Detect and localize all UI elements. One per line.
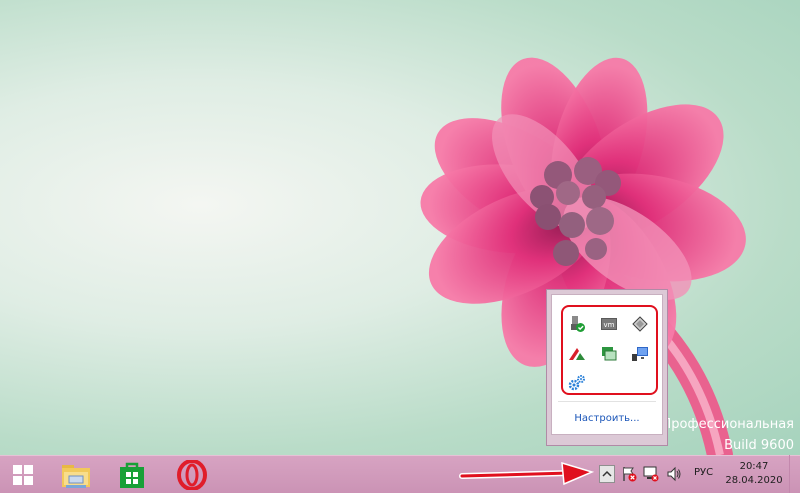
- popup-divider: [558, 401, 656, 402]
- windows-watermark: Профессиональная Build 9600: [661, 414, 794, 455]
- watermark-build: Build 9600: [724, 438, 794, 453]
- flower-wallpaper: [420, 57, 746, 455]
- opera-icon: [177, 460, 207, 490]
- chevron-up-icon: [602, 470, 612, 477]
- stylus-icon[interactable]: [631, 315, 649, 333]
- clock-time: 20:47: [739, 461, 769, 472]
- desktop[interactable]: Профессиональная Build 9600: [0, 0, 800, 455]
- vmware-icon[interactable]: vm: [600, 315, 618, 333]
- file-explorer-button[interactable]: [56, 456, 98, 494]
- svg-text:vm: vm: [604, 321, 615, 329]
- settings-gears-icon[interactable]: [568, 374, 586, 392]
- red-arrow-annotation: [459, 461, 595, 486]
- opera-browser-button[interactable]: [170, 456, 214, 494]
- customize-link[interactable]: Настроить...: [552, 413, 662, 424]
- watermark-edition: Профессиональная: [661, 417, 794, 432]
- clock[interactable]: 20:47 28.04.2020: [725, 460, 783, 488]
- input-language-indicator[interactable]: РУС: [694, 467, 713, 478]
- windows-store-button[interactable]: [110, 456, 152, 494]
- virtual-display-icon[interactable]: [600, 345, 618, 363]
- delta-icon[interactable]: [568, 345, 586, 363]
- usb-safe-remove-icon[interactable]: [568, 315, 586, 333]
- show-desktop-button[interactable]: [789, 455, 800, 493]
- network-icon[interactable]: [643, 466, 659, 482]
- show-hidden-icons-button[interactable]: [599, 465, 615, 483]
- network-monitor-icon[interactable]: [631, 345, 649, 363]
- windows-logo-icon: [13, 465, 33, 485]
- action-center-flag-icon[interactable]: [621, 466, 637, 482]
- folder-icon: [62, 465, 90, 488]
- notification-area-overflow-popup: vm Настроить...: [546, 289, 668, 446]
- clock-date: 28.04.2020: [725, 475, 783, 486]
- volume-icon[interactable]: [666, 466, 682, 482]
- store-bag-icon: [120, 462, 144, 488]
- overflow-popup-panel: vm Настроить...: [551, 294, 663, 435]
- start-button[interactable]: [8, 456, 42, 494]
